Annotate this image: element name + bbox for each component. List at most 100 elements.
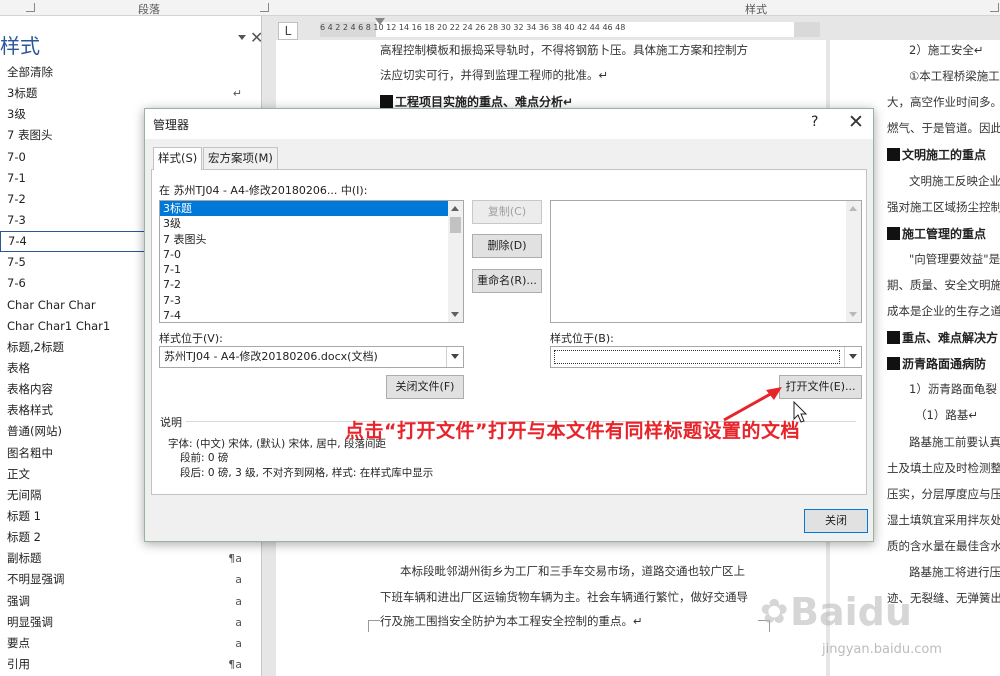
help-icon[interactable]: ? (811, 114, 818, 130)
character-style-icon: a (235, 636, 242, 650)
heading-marker-icon (887, 148, 900, 162)
scroll-up-icon[interactable] (451, 206, 459, 211)
dialog-title: 管理器 (153, 118, 190, 132)
style-item[interactable]: 全部清除 (0, 62, 261, 83)
chevron-down-icon[interactable] (238, 35, 246, 40)
document-text: 路基施工前要认真 (909, 434, 1000, 449)
document-text: 燃气、于是管道。因此 (887, 121, 1000, 136)
document-text-line: 压实，分层厚度应与压 (887, 486, 1000, 502)
open-file-button[interactable]: 打开文件(E)... (779, 375, 862, 399)
style-item-label: 普通(网站) (7, 424, 62, 439)
document-text: 重点、难点解决方 (902, 331, 999, 346)
left-location-select[interactable]: 苏州TJ04 - A4-修改20180206.docx(文档) (159, 346, 464, 368)
style-item-label: 标题,2标题 (7, 339, 64, 354)
left-style-list[interactable]: 3标题 3级 7 表图头 7-0 7-1 7-2 7-3 7-4 (159, 200, 464, 323)
document-heading: 施工管理的重点 (887, 225, 986, 242)
list-item[interactable]: 3级 (160, 216, 463, 231)
document-text: 高程控制模板和振捣采导轨时，不得将钢筋卜压。具体施工方案和控制方 (380, 43, 748, 57)
close-icon[interactable]: ✕ (848, 111, 864, 133)
left-list-label: 在 苏州TJ04 - A4-修改20180206... 中(I): (159, 184, 368, 197)
right-style-list[interactable] (550, 200, 862, 323)
document-text-line: 路基施工前要认真 (909, 434, 1000, 450)
tab-styles[interactable]: 样式(S) (153, 147, 203, 170)
left-list-scrollbar[interactable] (448, 201, 463, 322)
list-item[interactable]: 3标题 (160, 201, 463, 217)
style-item-label: 标题 2 (7, 530, 41, 545)
dialog-launcher-icon[interactable] (26, 3, 35, 12)
document-text: ①本工程桥梁施工 (909, 69, 1000, 84)
indent-marker-icon[interactable] (375, 18, 385, 25)
watermark: ✿ Baidu jingyan.baidu.com (760, 580, 994, 670)
document-text-line: 路基施工将进行压 (909, 564, 1000, 580)
document-text: 湿土填筑宜采用拌灰处 (887, 512, 1000, 527)
list-item[interactable]: 7-2 (160, 277, 463, 292)
delete-button[interactable]: 删除(D) (472, 234, 542, 258)
style-item[interactable]: 要点 a (0, 633, 261, 654)
right-location-dropdown[interactable] (844, 347, 861, 367)
ribbon-group-paragraph: 段落 (138, 3, 160, 16)
copy-button[interactable]: 复制(C) (472, 200, 542, 224)
document-text: 文明施工的重点 (902, 148, 987, 163)
style-item-label: 要点 (7, 635, 30, 650)
style-item-label: 图名粗中 (7, 445, 53, 460)
tab-selector[interactable]: L (278, 22, 298, 40)
scroll-down-icon[interactable] (451, 312, 459, 317)
linked-style-icon: ¶a (228, 552, 242, 566)
right-list-scrollbar[interactable] (846, 201, 861, 322)
left-location-dropdown[interactable] (446, 347, 463, 367)
style-item-label: 全部清除 (7, 65, 53, 79)
document-text-line: 质的含水量在最佳含水 (887, 538, 1000, 554)
list-item[interactable]: 7-4 (160, 308, 463, 322)
document-text: 期、质量、安全文明施 (887, 277, 1000, 292)
document-text: 施工管理的重点 (902, 226, 987, 241)
document-text: "向管理要效益"是 (909, 251, 1000, 266)
left-location-label: 样式位于(V): (159, 332, 223, 345)
style-item[interactable]: 不明显强调 a (0, 569, 261, 590)
scroll-down-icon[interactable] (849, 312, 857, 317)
document-text: 本标段毗邻湖州街乡为工厂和三手车交易市场，道路交通也较广区上 (400, 564, 745, 578)
dialog-titlebar[interactable]: 管理器 ? ✕ (145, 109, 873, 139)
document-text-line: 本标段毗邻湖州街乡为工厂和三手车交易市场，道路交通也较广区上 (400, 563, 745, 579)
heading-marker-icon (887, 226, 900, 240)
character-style-icon: a (235, 573, 242, 587)
document-text: 压实，分层厚度应与压 (887, 486, 1000, 501)
style-item-label: 表格样式 (7, 403, 53, 418)
heading-marker-icon (887, 357, 900, 371)
tab-macros[interactable]: 宏方案项(M) (203, 147, 278, 169)
document-text-line: 下班车辆和进出厂区运输货物车辆为主。社会车辆通行繁忙，做好交通导 (380, 589, 748, 605)
close-file-button[interactable]: 关闭文件(F) (386, 375, 464, 399)
style-item-label: Char Char Char (7, 297, 96, 312)
description-line: 段前: 0 磅 (180, 452, 229, 464)
character-style-icon: a (235, 615, 242, 629)
document-text-line: 行及施工围挡安全防护为本工程安全控制的重点。↵ (380, 613, 643, 629)
rename-button[interactable]: 重命名(R)... (472, 269, 542, 293)
scroll-up-icon[interactable] (849, 206, 857, 211)
document-text-line: 强对施工区域扬尘控制 (887, 199, 1000, 215)
close-button[interactable]: 关闭 (804, 509, 868, 533)
list-item[interactable]: 7 表图头 (160, 232, 463, 247)
ribbon-group-styles: 样式 (745, 3, 767, 16)
list-item[interactable]: 7-3 (160, 293, 463, 308)
style-item[interactable]: 引用 ¶a (0, 654, 261, 675)
style-item-label: 强调 (7, 593, 30, 608)
focus-rectangle (554, 350, 840, 364)
scroll-thumb[interactable] (450, 217, 461, 233)
document-text-line: 燃气、于是管道。因此 (887, 120, 1000, 136)
watermark-url: jingyan.baidu.com (822, 642, 942, 657)
style-item[interactable]: 副标题 ¶a (0, 548, 261, 569)
right-location-select[interactable] (550, 346, 862, 368)
chevron-down-icon (451, 354, 459, 359)
ribbon-group-strip: 段落 样式 (0, 0, 1000, 16)
close-icon[interactable]: ✕ (250, 28, 261, 47)
style-item[interactable]: 强调 a (0, 591, 261, 612)
horizontal-ruler[interactable]: 6 4 2 2 4 6 8 10 12 14 16 18 20 22 24 26… (320, 18, 820, 37)
list-item[interactable]: 7-1 (160, 262, 463, 277)
style-item[interactable]: 明显强调 a (0, 612, 261, 633)
style-item[interactable]: 3标题 ↵ (0, 83, 261, 104)
styles-launcher-icon[interactable] (990, 3, 999, 12)
list-item[interactable]: 7-0 (160, 247, 463, 262)
document-text-line: （1）路基↵ (915, 407, 978, 423)
document-text: 质的含水量在最佳含水 (887, 538, 1000, 553)
document-text: 下班车辆和进出厂区运输货物车辆为主。社会车辆通行繁忙，做好交通导 (380, 590, 748, 604)
paragraph-launcher-icon[interactable] (260, 3, 269, 12)
